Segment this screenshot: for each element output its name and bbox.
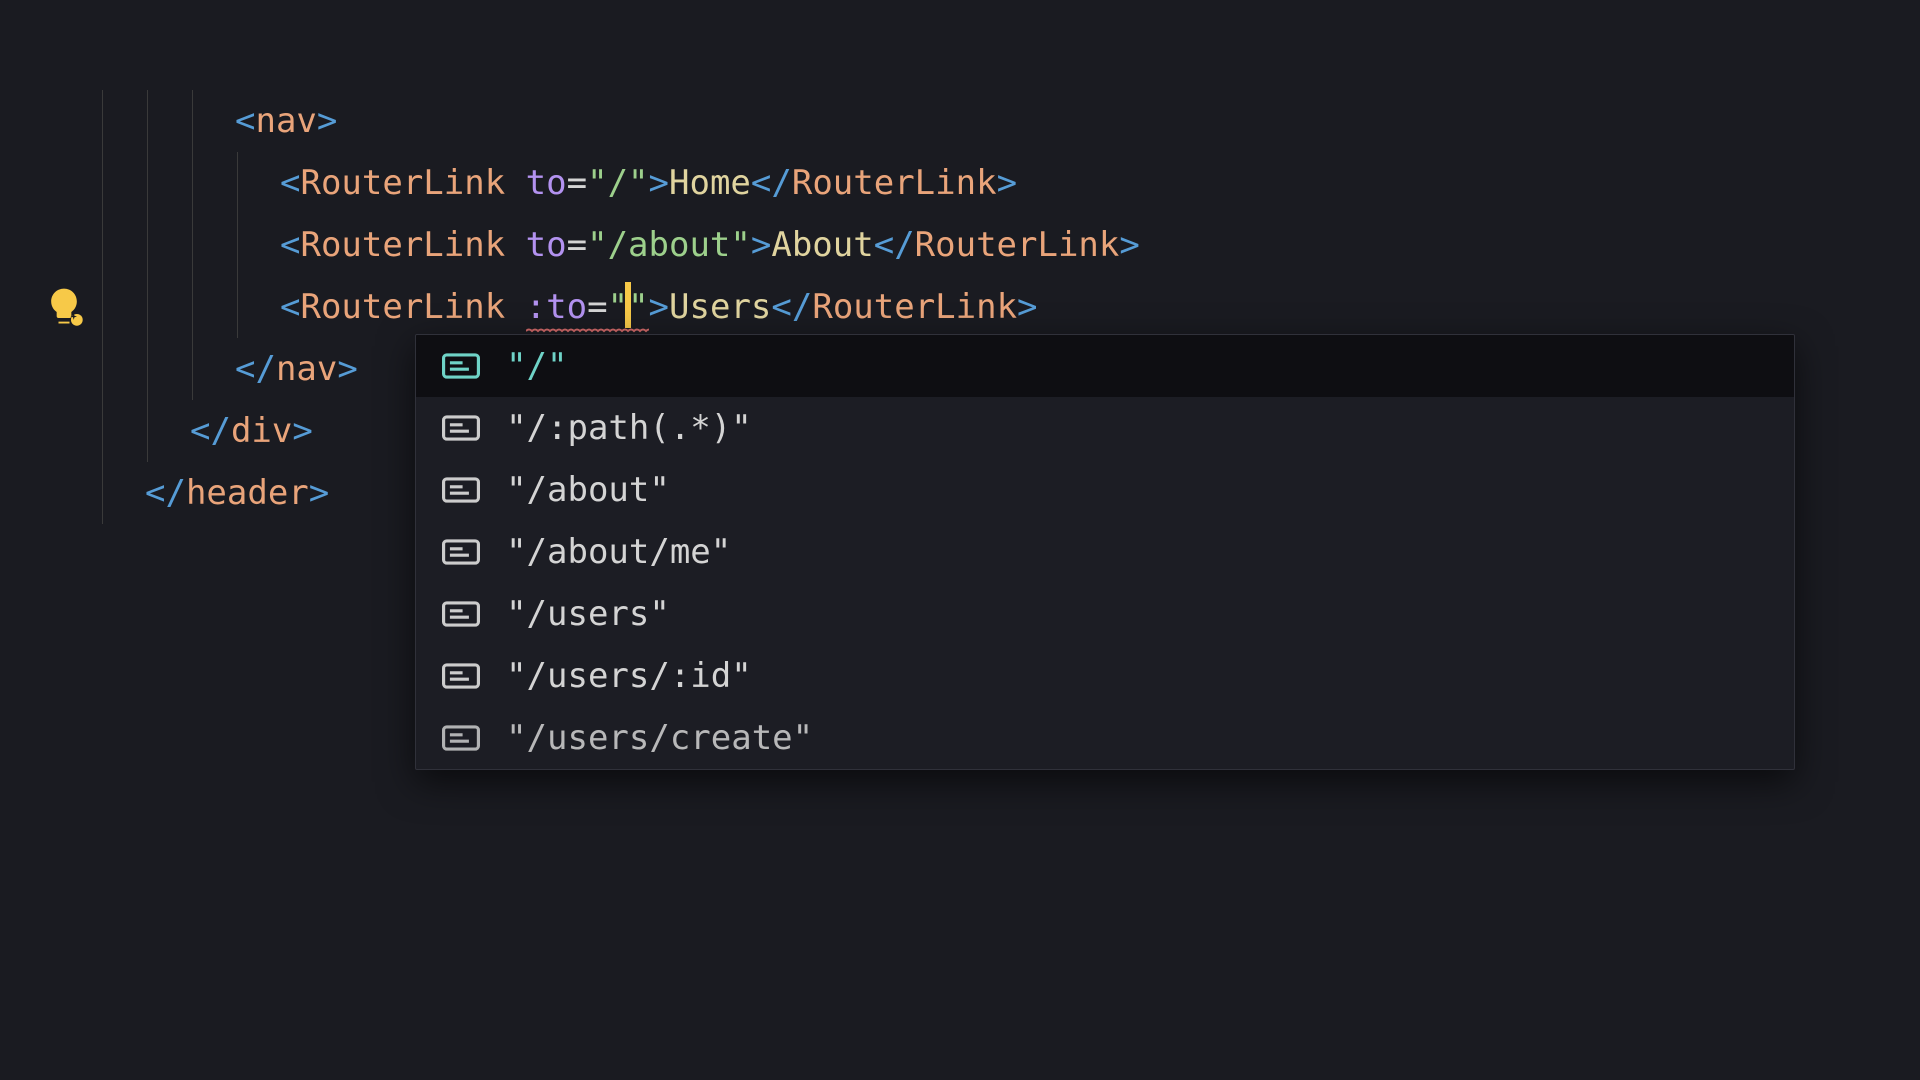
- intellisense-item-label: "/users/create": [506, 718, 813, 758]
- quickfix-lightbulb-icon[interactable]: [42, 285, 86, 329]
- intellisense-item-label: "/about/me": [506, 532, 731, 572]
- snippet-icon: [442, 414, 480, 442]
- snippet-icon: [442, 538, 480, 566]
- intellisense-item[interactable]: "/users": [416, 583, 1794, 645]
- snippet-icon: [442, 476, 480, 504]
- intellisense-item[interactable]: "/about": [416, 459, 1794, 521]
- code-line[interactable]: <nav>: [20, 90, 1920, 152]
- snippet-icon: [442, 352, 480, 380]
- intellisense-item[interactable]: "/users/:id": [416, 645, 1794, 707]
- intellisense-popup[interactable]: "/" "/:path(.*)" "/about" "/about/me" "/user…: [415, 334, 1795, 770]
- code-line-text: </div>: [100, 400, 313, 462]
- snippet-icon: [442, 662, 480, 690]
- snippet-icon: [442, 600, 480, 628]
- intellisense-item-label: "/": [506, 346, 567, 386]
- code-line-text: </header>: [100, 462, 329, 524]
- intellisense-item[interactable]: "/users/create": [416, 707, 1794, 769]
- intellisense-item[interactable]: "/": [416, 335, 1794, 397]
- code-line[interactable]: <RouterLink to="/about">About</RouterLin…: [20, 214, 1920, 276]
- intellisense-item-label: "/:path(.*)": [506, 408, 752, 448]
- intellisense-item[interactable]: "/:path(.*)": [416, 397, 1794, 459]
- code-line-text: <RouterLink to="/about">About</RouterLin…: [100, 214, 1140, 276]
- intellisense-item-label: "/users/:id": [506, 656, 752, 696]
- intellisense-item-label: "/users": [506, 594, 670, 634]
- snippet-icon: [442, 724, 480, 752]
- intellisense-item[interactable]: "/about/me": [416, 521, 1794, 583]
- intellisense-item-label: "/about": [506, 470, 670, 510]
- code-line[interactable]: <RouterLink :to="">Users</RouterLink>: [20, 276, 1920, 338]
- code-line-text: </nav>: [100, 338, 358, 400]
- code-line[interactable]: <RouterLink to="/">Home</RouterLink>: [20, 152, 1920, 214]
- code-line-text: <nav>: [100, 90, 337, 152]
